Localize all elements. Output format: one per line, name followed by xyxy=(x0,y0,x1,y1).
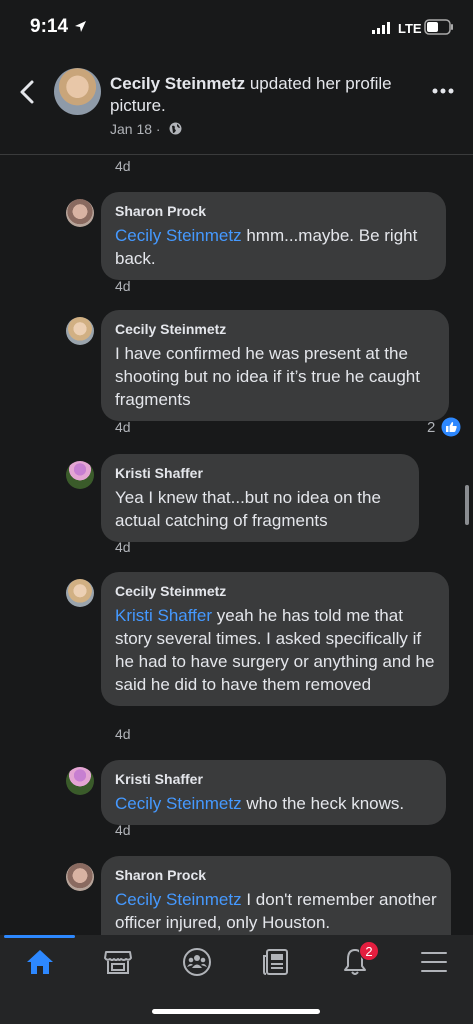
battery-icon xyxy=(424,19,453,35)
comment-text: I have confirmed he was present at the s… xyxy=(115,344,420,409)
comment-body: who the heck knows. xyxy=(241,794,405,813)
comment-author[interactable]: Cecily Steinmetz xyxy=(115,582,435,600)
comment-bubble[interactable]: Sharon Prock Cecily Steinmetz hmm...mayb… xyxy=(101,192,446,280)
commenter-avatar[interactable] xyxy=(66,461,94,489)
comment-mention[interactable]: Cecily Steinmetz xyxy=(115,794,242,813)
comment-feed[interactable]: 4d Sharon Prock Cecily Steinmetz hmm...m… xyxy=(0,155,473,935)
tab-news[interactable] xyxy=(240,941,312,991)
comment-author[interactable]: Kristi Shaffer xyxy=(115,770,432,788)
tab-marketplace[interactable] xyxy=(82,941,154,991)
comment-author[interactable]: Sharon Prock xyxy=(115,202,432,220)
scrollbar[interactable] xyxy=(465,485,469,525)
like-reaction-icon[interactable] xyxy=(441,417,461,437)
comment-bubble[interactable]: Cecily Steinmetz I have confirmed he was… xyxy=(101,310,449,421)
reaction-count[interactable]: 2 xyxy=(427,419,435,436)
active-tab-indicator xyxy=(4,935,75,938)
comment-bubble[interactable]: Kristi Shaffer Cecily Steinmetz who the … xyxy=(101,760,446,825)
comment-author[interactable]: Sharon Prock xyxy=(115,866,437,884)
commenter-avatar[interactable] xyxy=(66,767,94,795)
globe-icon xyxy=(169,122,182,135)
comment-text: Cecily Steinmetz hmm...maybe. Be right b… xyxy=(115,224,432,270)
post-title: Cecily Steinmetz updated her profile pic… xyxy=(110,73,420,117)
author-avatar[interactable] xyxy=(54,68,101,115)
comment-time[interactable]: 4d xyxy=(115,726,131,742)
post-author[interactable]: Cecily Steinmetz xyxy=(110,74,245,93)
signal-icon xyxy=(372,22,390,34)
news-icon xyxy=(263,949,288,975)
notification-badge: 2 xyxy=(359,941,379,961)
comment-text: Cecily Steinmetz I don't remember anothe… xyxy=(115,888,437,934)
groups-icon xyxy=(183,948,211,976)
comment-author[interactable]: Cecily Steinmetz xyxy=(115,320,435,338)
post-date: Jan 18 · xyxy=(110,121,161,137)
post-header: Cecily Steinmetz updated her profile pic… xyxy=(0,52,473,154)
home-icon xyxy=(27,950,53,974)
commenter-avatar[interactable] xyxy=(66,199,94,227)
tab-menu[interactable] xyxy=(398,941,470,991)
comment-text: Cecily Steinmetz who the heck knows. xyxy=(115,792,432,815)
comment-bubble[interactable]: Kristi Shaffer Yea I knew that...but no … xyxy=(101,454,419,542)
comment-mention[interactable]: Cecily Steinmetz xyxy=(115,890,242,909)
comment-time[interactable]: 4d xyxy=(115,278,131,294)
comment-mention[interactable]: Cecily Steinmetz xyxy=(115,226,242,245)
status-bar: 9:14 LTE xyxy=(0,0,473,52)
back-icon[interactable] xyxy=(16,78,40,106)
comment-author[interactable]: Kristi Shaffer xyxy=(115,464,405,482)
network-label: LTE xyxy=(398,21,422,36)
comment-time[interactable]: 4d xyxy=(115,822,131,838)
tab-notifications[interactable] xyxy=(319,941,391,991)
comment-time[interactable]: 4d xyxy=(115,539,131,555)
tab-groups[interactable] xyxy=(161,941,233,991)
comment-time[interactable]: 4d xyxy=(115,419,131,435)
status-time: 9:14 xyxy=(30,16,69,37)
location-arrow-icon xyxy=(75,21,86,32)
more-options-icon[interactable] xyxy=(432,88,454,94)
marketplace-icon xyxy=(104,951,132,974)
comment-bubble[interactable]: Cecily Steinmetz Kristi Shaffer yeah he … xyxy=(101,572,449,706)
commenter-avatar[interactable] xyxy=(66,317,94,345)
home-indicator[interactable] xyxy=(152,1009,320,1014)
comment-bubble[interactable]: Sharon Prock Cecily Steinmetz I don't re… xyxy=(101,856,451,935)
tab-home[interactable] xyxy=(4,941,76,991)
commenter-avatar[interactable] xyxy=(66,579,94,607)
comment-text: Kristi Shaffer yeah he has told me that … xyxy=(115,604,435,696)
commenter-avatar[interactable] xyxy=(66,863,94,891)
comment-time[interactable]: 4d xyxy=(115,158,131,174)
menu-icon xyxy=(421,952,447,972)
comment-text: Yea I knew that...but no idea on the act… xyxy=(115,488,381,530)
comment-mention[interactable]: Kristi Shaffer xyxy=(115,606,212,625)
